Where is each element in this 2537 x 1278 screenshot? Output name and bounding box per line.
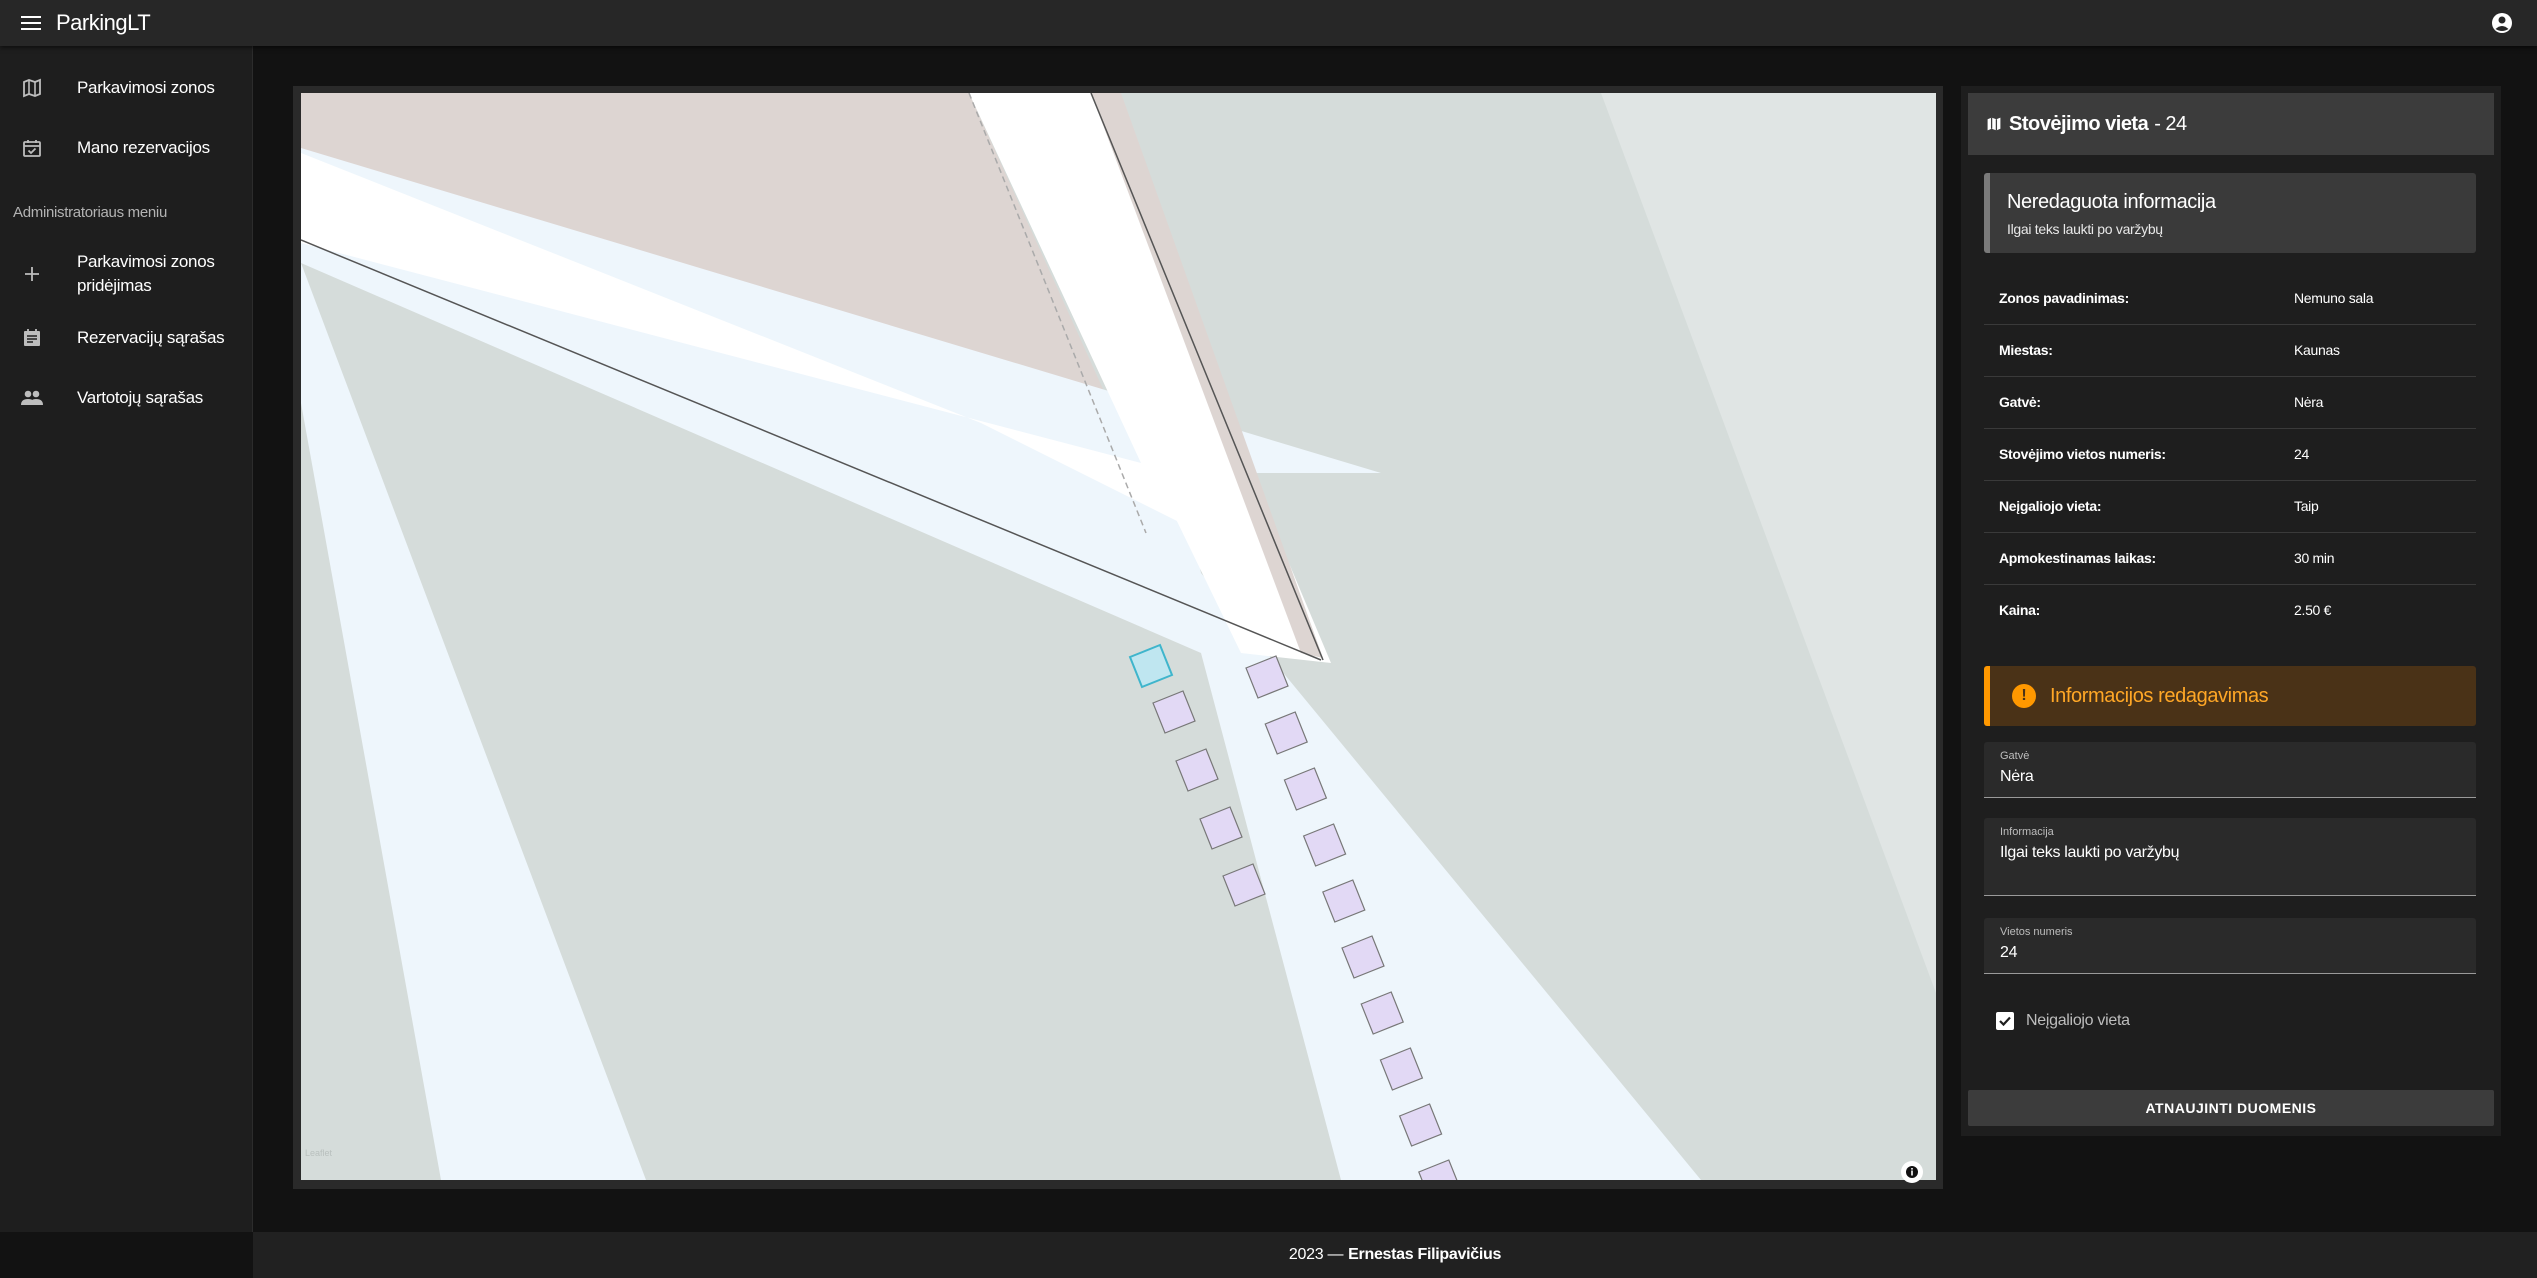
street-field[interactable]: Gatvė (1984, 742, 2476, 798)
parking-spot[interactable] (1341, 935, 1385, 979)
parking-spot[interactable] (1322, 879, 1366, 923)
street-input[interactable] (2000, 768, 2460, 786)
number-input[interactable] (2000, 944, 2460, 962)
admin-menu-header: Administratoriaus meniu (13, 204, 167, 221)
event-note-icon (19, 325, 45, 351)
map-attribution: Leaflet (305, 1148, 333, 1158)
footer-year: 2023 — (1288, 1246, 1344, 1263)
detail-value: Kaunas (2294, 324, 2476, 377)
table-row: Kaina: 2.50 € (1984, 584, 2476, 636)
sidebar-item-label: Vartotojų sąrašas (77, 388, 203, 407)
detail-value: 2.50 € (2294, 602, 2332, 619)
parking-map[interactable] (301, 93, 1936, 1180)
detail-value: 24 (2294, 428, 2476, 481)
exclamation-icon: ! (2012, 684, 2036, 708)
parking-spot[interactable] (1199, 806, 1243, 850)
parking-spot[interactable] (1302, 823, 1347, 867)
sidebar-item-add-parking-zone[interactable]: Parkavimosi zonos pridėjimas (0, 246, 253, 302)
map-icon (19, 75, 45, 101)
app-title[interactable]: ParkingLT (56, 10, 151, 36)
disabled-spot-checkbox[interactable]: Neįgaliojo vieta (1996, 1012, 2130, 1030)
sidebar-item-my-reservations[interactable]: Mano rezervacijos (0, 128, 253, 168)
parking-spot[interactable] (1245, 655, 1289, 699)
panel-title: Stovėjimo vieta (2009, 112, 2149, 135)
parking-spot-selected[interactable] (1128, 643, 1174, 689)
parking-spot[interactable] (1418, 1159, 1461, 1180)
app-bar: ParkingLT (0, 0, 2537, 46)
parking-spot[interactable] (1398, 1103, 1443, 1147)
detail-value: 30 min (2294, 532, 2476, 585)
table-row: Apmokestinamas laikas: 30 min (1984, 532, 2476, 585)
checkbox-label: Neįgaliojo vieta (2026, 1012, 2130, 1029)
detail-key: Zonos pavadinimas: (1984, 272, 2294, 325)
table-row: Neįgaliojo vieta: Taip (1984, 480, 2476, 533)
parking-spot[interactable] (1360, 991, 1404, 1035)
detail-key: Stovėjimo vietos numeris: (1984, 428, 2294, 481)
table-row: Stovėjimo vietos numeris: 24 (1984, 428, 2476, 481)
parking-spot[interactable] (1379, 1047, 1424, 1091)
update-data-button[interactable]: ATNAUJINTI DUOMENIS (1968, 1090, 2494, 1126)
table-row: Zonos pavadinimas: Nemuno sala (1984, 272, 2476, 325)
sidebar-item-reservation-list[interactable]: Rezervacijų sąrašas (0, 318, 253, 358)
parking-spots-layer (1128, 643, 1461, 1180)
alert-text: Ilgai teks laukti po varžybų (2007, 221, 2163, 237)
table-row: Gatvė: Nėra (1984, 376, 2476, 429)
table-row: Miestas: Kaunas (1984, 324, 2476, 377)
detail-key: Neįgaliojo vieta: (1984, 480, 2294, 533)
parking-spot[interactable] (1175, 748, 1219, 792)
number-field[interactable]: Vietos numeris (1984, 918, 2476, 974)
parking-spot[interactable] (1222, 863, 1266, 907)
parking-spot[interactable] (1283, 767, 1328, 811)
parking-spot-panel: Stovėjimo vieta - 24 Neredaguota informa… (1961, 86, 2501, 1136)
plus-icon (19, 261, 45, 287)
footer: 2023 — Ernestas Filipavičius (253, 1232, 2537, 1278)
details-table: Zonos pavadinimas: Nemuno sala Miestas: Ka… (1984, 272, 2476, 636)
panel-header: Stovėjimo vieta - 24 (1968, 93, 2494, 155)
detail-key: Apmokestinamas laikas: (1984, 532, 2294, 585)
parking-spot[interactable] (1264, 711, 1308, 755)
alert-title: Neredaguota informacija (2007, 191, 2216, 213)
info-icon[interactable] (1901, 1161, 1923, 1183)
info-field[interactable]: Informacija (1984, 818, 2476, 896)
footer-author: Ernestas Filipavičius (1348, 1246, 1502, 1263)
menu-icon[interactable] (16, 8, 46, 38)
check-icon[interactable] (1996, 1012, 2014, 1030)
detail-value: Taip (2294, 480, 2476, 533)
detail-value: Nemuno sala (2294, 272, 2476, 325)
field-label: Gatvė (2000, 750, 2030, 762)
detail-value: Nėra (2294, 376, 2476, 429)
panel-title-number: - 24 (2154, 112, 2187, 135)
detail-key: Miestas: (1984, 324, 2294, 377)
sidebar: Parkavimosi zonos Mano rezervacijos Admi… (0, 46, 253, 1232)
sidebar-item-label: Parkavimosi zonos (77, 78, 215, 97)
info-textarea[interactable] (2000, 844, 2460, 862)
parking-spot[interactable] (1152, 690, 1196, 734)
account-circle-icon[interactable] (2487, 8, 2517, 38)
detail-key: Kaina: (1999, 602, 2040, 619)
event-available-icon (19, 135, 45, 161)
edit-info-alert: ! Informacijos redagavimas (1984, 666, 2476, 726)
sidebar-item-parking-zones[interactable]: Parkavimosi zonos (0, 68, 253, 108)
alert-title: Informacijos redagavimas (2050, 684, 2269, 707)
sidebar-item-users[interactable]: Vartotojų sąrašas (0, 378, 253, 418)
group-icon (19, 385, 45, 411)
sidebar-item-label: Mano rezervacijos (77, 138, 210, 157)
sidebar-item-label: Rezervacijų sąrašas (77, 328, 225, 347)
sidebar-item-label: Parkavimosi zonos pridėjimas (77, 252, 215, 295)
unedited-info-alert: Neredaguota informacija Ilgai teks laukt… (1984, 173, 2476, 253)
map-icon (1986, 115, 2004, 133)
field-label: Vietos numeris (2000, 926, 2073, 938)
field-label: Informacija (2000, 826, 2054, 838)
detail-key: Gatvė: (1984, 376, 2294, 429)
